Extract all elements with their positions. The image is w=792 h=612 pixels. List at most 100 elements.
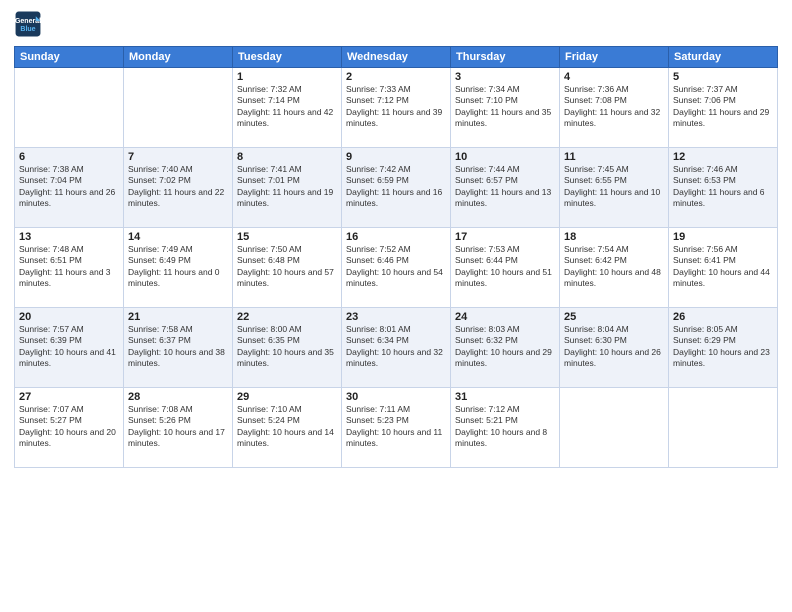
calendar-cell: 15Sunrise: 7:50 AM Sunset: 6:48 PM Dayli… — [233, 228, 342, 308]
day-number: 9 — [346, 151, 446, 163]
day-info: Sunrise: 7:42 AM Sunset: 6:59 PM Dayligh… — [346, 164, 446, 210]
weekday-header-saturday: Saturday — [669, 47, 778, 68]
day-number: 28 — [128, 391, 228, 403]
day-number: 17 — [455, 231, 555, 243]
day-info: Sunrise: 7:33 AM Sunset: 7:12 PM Dayligh… — [346, 84, 446, 130]
calendar-cell: 18Sunrise: 7:54 AM Sunset: 6:42 PM Dayli… — [560, 228, 669, 308]
calendar-cell: 22Sunrise: 8:00 AM Sunset: 6:35 PM Dayli… — [233, 308, 342, 388]
calendar-cell: 14Sunrise: 7:49 AM Sunset: 6:49 PM Dayli… — [124, 228, 233, 308]
day-number: 29 — [237, 391, 337, 403]
day-info: Sunrise: 7:56 AM Sunset: 6:41 PM Dayligh… — [673, 244, 773, 290]
day-number: 18 — [564, 231, 664, 243]
day-number: 10 — [455, 151, 555, 163]
calendar-cell: 2Sunrise: 7:33 AM Sunset: 7:12 PM Daylig… — [342, 68, 451, 148]
calendar-cell: 10Sunrise: 7:44 AM Sunset: 6:57 PM Dayli… — [451, 148, 560, 228]
day-number: 25 — [564, 311, 664, 323]
logo: General Blue — [14, 10, 42, 38]
day-info: Sunrise: 7:41 AM Sunset: 7:01 PM Dayligh… — [237, 164, 337, 210]
calendar-cell: 6Sunrise: 7:38 AM Sunset: 7:04 PM Daylig… — [15, 148, 124, 228]
calendar-cell: 5Sunrise: 7:37 AM Sunset: 7:06 PM Daylig… — [669, 68, 778, 148]
day-info: Sunrise: 8:04 AM Sunset: 6:30 PM Dayligh… — [564, 324, 664, 370]
day-number: 23 — [346, 311, 446, 323]
day-info: Sunrise: 7:40 AM Sunset: 7:02 PM Dayligh… — [128, 164, 228, 210]
calendar-week-4: 20Sunrise: 7:57 AM Sunset: 6:39 PM Dayli… — [15, 308, 778, 388]
day-info: Sunrise: 7:48 AM Sunset: 6:51 PM Dayligh… — [19, 244, 119, 290]
day-number: 24 — [455, 311, 555, 323]
day-number: 26 — [673, 311, 773, 323]
calendar-week-5: 27Sunrise: 7:07 AM Sunset: 5:27 PM Dayli… — [15, 388, 778, 468]
page-header: General Blue — [14, 10, 778, 38]
day-number: 8 — [237, 151, 337, 163]
calendar-cell: 24Sunrise: 8:03 AM Sunset: 6:32 PM Dayli… — [451, 308, 560, 388]
day-number: 16 — [346, 231, 446, 243]
day-info: Sunrise: 7:36 AM Sunset: 7:08 PM Dayligh… — [564, 84, 664, 130]
calendar-cell: 27Sunrise: 7:07 AM Sunset: 5:27 PM Dayli… — [15, 388, 124, 468]
calendar-cell: 29Sunrise: 7:10 AM Sunset: 5:24 PM Dayli… — [233, 388, 342, 468]
day-number: 21 — [128, 311, 228, 323]
svg-text:Blue: Blue — [20, 26, 35, 33]
weekday-header-friday: Friday — [560, 47, 669, 68]
weekday-header-wednesday: Wednesday — [342, 47, 451, 68]
day-number: 31 — [455, 391, 555, 403]
day-info: Sunrise: 8:05 AM Sunset: 6:29 PM Dayligh… — [673, 324, 773, 370]
day-number: 13 — [19, 231, 119, 243]
day-info: Sunrise: 7:11 AM Sunset: 5:23 PM Dayligh… — [346, 404, 446, 450]
day-info: Sunrise: 7:45 AM Sunset: 6:55 PM Dayligh… — [564, 164, 664, 210]
day-number: 1 — [237, 71, 337, 83]
day-info: Sunrise: 7:50 AM Sunset: 6:48 PM Dayligh… — [237, 244, 337, 290]
calendar-cell — [669, 388, 778, 468]
day-info: Sunrise: 8:03 AM Sunset: 6:32 PM Dayligh… — [455, 324, 555, 370]
calendar-header-row: SundayMondayTuesdayWednesdayThursdayFrid… — [15, 47, 778, 68]
day-info: Sunrise: 7:57 AM Sunset: 6:39 PM Dayligh… — [19, 324, 119, 370]
calendar-cell: 9Sunrise: 7:42 AM Sunset: 6:59 PM Daylig… — [342, 148, 451, 228]
weekday-header-thursday: Thursday — [451, 47, 560, 68]
day-number: 12 — [673, 151, 773, 163]
day-number: 7 — [128, 151, 228, 163]
calendar-cell: 19Sunrise: 7:56 AM Sunset: 6:41 PM Dayli… — [669, 228, 778, 308]
day-info: Sunrise: 7:12 AM Sunset: 5:21 PM Dayligh… — [455, 404, 555, 450]
calendar-cell: 30Sunrise: 7:11 AM Sunset: 5:23 PM Dayli… — [342, 388, 451, 468]
day-info: Sunrise: 8:00 AM Sunset: 6:35 PM Dayligh… — [237, 324, 337, 370]
calendar-cell: 4Sunrise: 7:36 AM Sunset: 7:08 PM Daylig… — [560, 68, 669, 148]
weekday-header-tuesday: Tuesday — [233, 47, 342, 68]
calendar-week-1: 1Sunrise: 7:32 AM Sunset: 7:14 PM Daylig… — [15, 68, 778, 148]
calendar-cell — [124, 68, 233, 148]
day-number: 27 — [19, 391, 119, 403]
day-number: 6 — [19, 151, 119, 163]
calendar-cell: 16Sunrise: 7:52 AM Sunset: 6:46 PM Dayli… — [342, 228, 451, 308]
day-number: 3 — [455, 71, 555, 83]
calendar-cell: 8Sunrise: 7:41 AM Sunset: 7:01 PM Daylig… — [233, 148, 342, 228]
day-info: Sunrise: 7:07 AM Sunset: 5:27 PM Dayligh… — [19, 404, 119, 450]
calendar-cell — [15, 68, 124, 148]
calendar-cell: 17Sunrise: 7:53 AM Sunset: 6:44 PM Dayli… — [451, 228, 560, 308]
weekday-header-sunday: Sunday — [15, 47, 124, 68]
calendar-week-3: 13Sunrise: 7:48 AM Sunset: 6:51 PM Dayli… — [15, 228, 778, 308]
day-info: Sunrise: 7:53 AM Sunset: 6:44 PM Dayligh… — [455, 244, 555, 290]
day-info: Sunrise: 7:49 AM Sunset: 6:49 PM Dayligh… — [128, 244, 228, 290]
day-info: Sunrise: 7:10 AM Sunset: 5:24 PM Dayligh… — [237, 404, 337, 450]
day-info: Sunrise: 7:37 AM Sunset: 7:06 PM Dayligh… — [673, 84, 773, 130]
day-number: 22 — [237, 311, 337, 323]
day-number: 14 — [128, 231, 228, 243]
calendar-cell: 12Sunrise: 7:46 AM Sunset: 6:53 PM Dayli… — [669, 148, 778, 228]
calendar-cell: 13Sunrise: 7:48 AM Sunset: 6:51 PM Dayli… — [15, 228, 124, 308]
calendar-cell: 3Sunrise: 7:34 AM Sunset: 7:10 PM Daylig… — [451, 68, 560, 148]
day-number: 15 — [237, 231, 337, 243]
calendar-cell: 25Sunrise: 8:04 AM Sunset: 6:30 PM Dayli… — [560, 308, 669, 388]
day-number: 2 — [346, 71, 446, 83]
weekday-header-monday: Monday — [124, 47, 233, 68]
calendar-cell: 20Sunrise: 7:57 AM Sunset: 6:39 PM Dayli… — [15, 308, 124, 388]
day-info: Sunrise: 7:58 AM Sunset: 6:37 PM Dayligh… — [128, 324, 228, 370]
day-number: 5 — [673, 71, 773, 83]
calendar-cell: 26Sunrise: 8:05 AM Sunset: 6:29 PM Dayli… — [669, 308, 778, 388]
day-number: 4 — [564, 71, 664, 83]
day-info: Sunrise: 7:34 AM Sunset: 7:10 PM Dayligh… — [455, 84, 555, 130]
day-info: Sunrise: 7:38 AM Sunset: 7:04 PM Dayligh… — [19, 164, 119, 210]
day-number: 11 — [564, 151, 664, 163]
day-number: 19 — [673, 231, 773, 243]
day-info: Sunrise: 7:32 AM Sunset: 7:14 PM Dayligh… — [237, 84, 337, 130]
calendar-cell: 28Sunrise: 7:08 AM Sunset: 5:26 PM Dayli… — [124, 388, 233, 468]
calendar-cell: 21Sunrise: 7:58 AM Sunset: 6:37 PM Dayli… — [124, 308, 233, 388]
logo-icon: General Blue — [14, 10, 42, 38]
calendar-week-2: 6Sunrise: 7:38 AM Sunset: 7:04 PM Daylig… — [15, 148, 778, 228]
